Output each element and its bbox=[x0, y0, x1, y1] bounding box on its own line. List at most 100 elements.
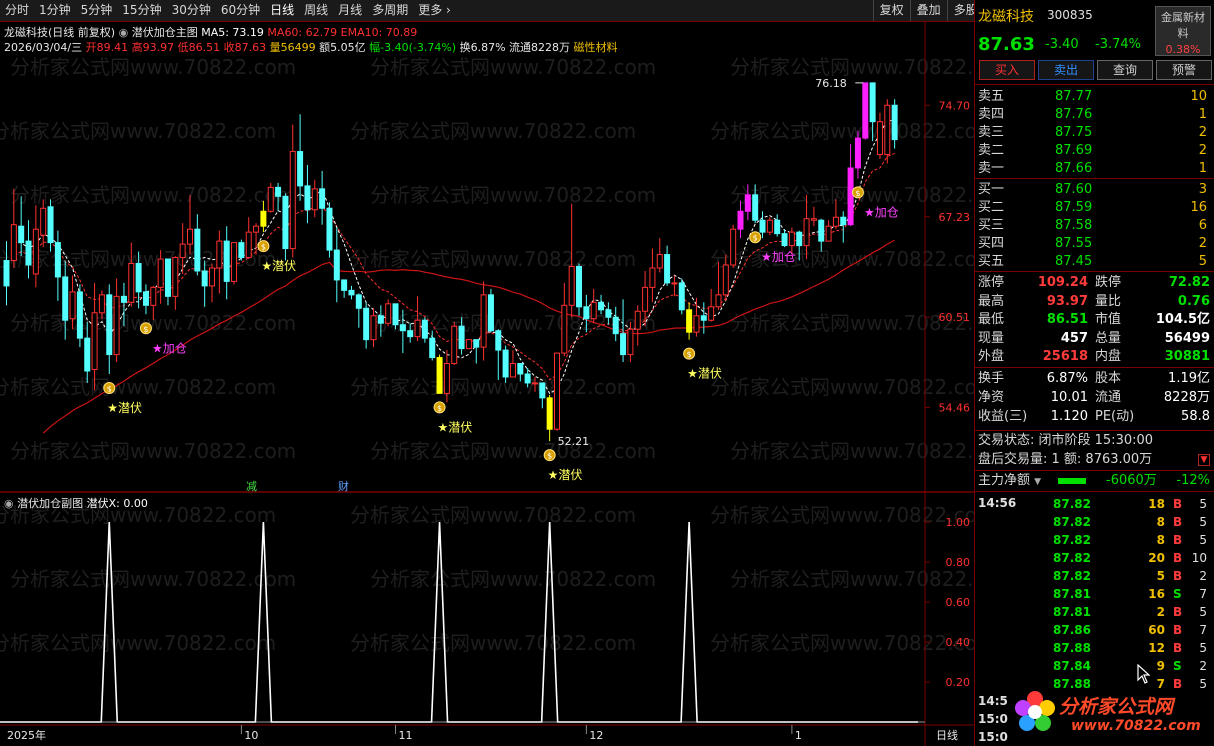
bid-row[interactable]: 买一 87.60 3 bbox=[975, 181, 1211, 199]
stat-value: 86.51 bbox=[1046, 312, 1088, 327]
bid-row[interactable]: 买二 87.59 16 bbox=[975, 199, 1211, 217]
candle-57 bbox=[421, 317, 428, 343]
money-bag-icon: $ bbox=[749, 231, 762, 244]
divider bbox=[975, 367, 1214, 368]
stat-item: 最低 bbox=[978, 312, 1005, 327]
main-flow-label: 主力净额 bbox=[978, 473, 1031, 488]
toolbar-action-0[interactable]: 复权 bbox=[872, 0, 910, 21]
qianfu-signal-label: ★潜伏 bbox=[107, 401, 142, 415]
tick-row: 87.82 20 B 10 bbox=[1053, 551, 1207, 565]
bar-date: 2026/03/04/三 bbox=[4, 41, 83, 54]
ask-row[interactable]: 卖二 87.69 2 bbox=[975, 142, 1211, 160]
period-tab-0[interactable]: 分时 bbox=[0, 0, 34, 21]
watermark-text: 分析家公式网www.70822.com bbox=[370, 183, 656, 207]
period-tab-4[interactable]: 30分钟 bbox=[167, 0, 216, 21]
turnover-value: 换6.87% bbox=[459, 41, 506, 54]
sector-badge[interactable]: 金属新材料 0.38% bbox=[1155, 6, 1211, 56]
quote-panel: 龙磁科技 300835 金属新材料 0.38% 87.63 -3.40 -3.7… bbox=[974, 0, 1214, 746]
alert-button[interactable]: 预警 bbox=[1156, 60, 1212, 80]
ask-row[interactable]: 卖四 87.76 1 bbox=[975, 106, 1211, 124]
period-tabs: 分时 1分钟 5分钟 15分钟 30分钟 60分钟 日线 周线 月线 多周期 更多 › bbox=[0, 0, 873, 21]
watermark-text: 分析家公式网www.70822.com bbox=[350, 375, 636, 399]
main-flow-arrow-icon[interactable]: ▼ bbox=[1034, 477, 1041, 487]
after-hours-volume: 盘后交易量: 1 额: 8763.00万 bbox=[978, 452, 1153, 467]
fund-item: 换手 bbox=[978, 371, 1005, 386]
main-flow-bar bbox=[1058, 478, 1086, 484]
candle-29 bbox=[216, 230, 223, 294]
logo-url: www.70822.com bbox=[1071, 718, 1201, 734]
last-price: 87.63 bbox=[978, 34, 1035, 55]
stock-name: 龙磁科技 bbox=[978, 9, 1034, 25]
candle-75 bbox=[554, 352, 560, 431]
money-bag-icon: $ bbox=[543, 449, 556, 462]
ask-row[interactable]: 卖五 87.77 10 bbox=[975, 88, 1211, 106]
stat-item: 跌停 bbox=[1095, 275, 1122, 290]
candle-58 bbox=[429, 330, 436, 361]
period-tab-7[interactable]: 周线 bbox=[299, 0, 333, 21]
divider bbox=[975, 491, 1214, 492]
logo-text: 分析家公式网 bbox=[1059, 696, 1174, 718]
candle-92 bbox=[678, 278, 685, 315]
candle-23 bbox=[172, 256, 179, 310]
period-tab-9[interactable]: 多周期 bbox=[367, 0, 413, 21]
kline-chart[interactable]: 分析家公式网www.70822.com 分析家公式网www.70822.com 分析… bbox=[0, 22, 974, 746]
candle-99 bbox=[730, 224, 737, 268]
bid-row[interactable]: 买四 87.55 2 bbox=[975, 235, 1211, 253]
sub-toggle-icon[interactable]: ◉ bbox=[4, 497, 14, 510]
watermark-text: 分析家公式网www.70822.com bbox=[710, 247, 974, 271]
ask-row[interactable]: 卖三 87.75 2 bbox=[975, 124, 1211, 142]
candle-104 bbox=[766, 217, 773, 236]
candle-49 bbox=[363, 302, 370, 349]
candle-110 bbox=[810, 206, 817, 227]
trade-buttons: 买入 卖出 查询 预警 bbox=[979, 60, 1212, 80]
time-axis: 2025年 10 11 12 1 日线 bbox=[7, 725, 958, 742]
flower-logo-icon bbox=[1015, 691, 1055, 731]
cai-marker: 财 bbox=[338, 479, 349, 493]
bid-row[interactable]: 买五 87.45 5 bbox=[975, 253, 1211, 271]
sector-change: 0.38% bbox=[1165, 43, 1201, 56]
period-tab-8[interactable]: 月线 bbox=[333, 0, 367, 21]
svg-text:$: $ bbox=[547, 452, 552, 461]
period-label: 日线 bbox=[936, 728, 958, 742]
watermark-text: 分析家公式网www.70822.com bbox=[350, 119, 636, 143]
open-value: 开89.41 bbox=[85, 41, 129, 54]
change-value: 幅-3.40(-3.74%) bbox=[369, 41, 457, 54]
period-tab-1[interactable]: 1分钟 bbox=[34, 0, 76, 21]
sell-button[interactable]: 卖出 bbox=[1038, 60, 1094, 80]
fund-item: PE(动) bbox=[1095, 409, 1135, 424]
candle-117 bbox=[862, 82, 869, 140]
candle-116 bbox=[854, 130, 861, 179]
price-tick-label: 60.51 bbox=[939, 311, 971, 324]
fund-value: 58.8 bbox=[1181, 409, 1210, 424]
stat-item: 量比 bbox=[1095, 293, 1122, 309]
after-hours-toggle-icon[interactable]: ▼ bbox=[1198, 454, 1210, 466]
buy-button[interactable]: 买入 bbox=[979, 60, 1035, 80]
sub-indicator-name[interactable]: 潜伏加仓副图 bbox=[17, 497, 83, 510]
divider bbox=[975, 271, 1214, 272]
candle-39 bbox=[289, 124, 296, 258]
period-tab-10[interactable]: 更多 › bbox=[413, 0, 456, 21]
toolbar-action-1[interactable]: 叠加 bbox=[909, 0, 947, 21]
candle-61 bbox=[451, 321, 458, 366]
period-tab-5[interactable]: 60分钟 bbox=[216, 0, 265, 21]
ask-row[interactable]: 卖一 87.66 1 bbox=[975, 160, 1211, 178]
amount-value: 额5.05亿 bbox=[319, 41, 366, 54]
indicator-toggle-icon[interactable]: ◉ bbox=[119, 26, 129, 39]
candle-40 bbox=[297, 114, 304, 201]
period-tab-2[interactable]: 5分钟 bbox=[76, 0, 118, 21]
period-tab-3[interactable]: 15分钟 bbox=[117, 0, 166, 21]
candle-95 bbox=[700, 302, 707, 334]
watermark-text: 分析家公式网www.70822.com bbox=[710, 503, 974, 527]
bid-row[interactable]: 买三 87.58 6 bbox=[975, 217, 1211, 235]
stat-item: 外盘 bbox=[978, 349, 1005, 364]
qianfu-signal-label: ★潜伏 bbox=[438, 420, 473, 434]
stat-item: 涨停 bbox=[978, 275, 1005, 290]
jiacang-signal-label: ★加仓 bbox=[761, 250, 796, 264]
candle-90 bbox=[664, 245, 671, 286]
concept-tag[interactable]: 磁性材料 bbox=[574, 41, 618, 54]
divider bbox=[975, 178, 1214, 179]
indicator-name[interactable]: 潜伏加仓主图 bbox=[132, 26, 198, 39]
qianfu-signal-label: ★潜伏 bbox=[687, 367, 722, 381]
period-tab-6[interactable]: 日线 bbox=[265, 0, 299, 21]
query-button[interactable]: 查询 bbox=[1097, 60, 1153, 80]
